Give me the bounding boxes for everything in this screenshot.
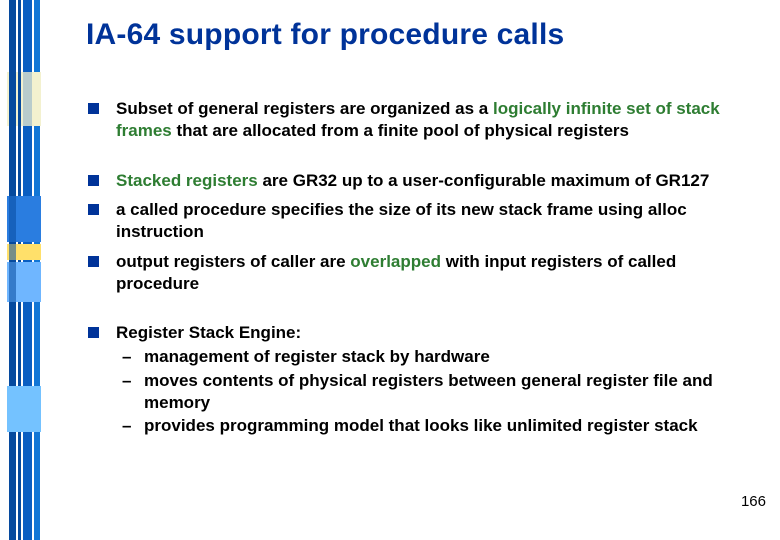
bullet-item: output registers of caller are overlappe… [86, 251, 726, 295]
sub-item: –provides programming model that looks l… [116, 415, 726, 437]
accent-text: overlapped [350, 252, 441, 271]
bullet-list: Subset of general registers are organize… [86, 98, 726, 437]
bullet-text: a called procedure specifies the size of… [116, 200, 687, 241]
sub-text: moves contents of physical registers bet… [144, 371, 713, 412]
square-bullet-icon [88, 175, 99, 186]
dash-bullet-icon: – [122, 346, 131, 368]
bullet-text: Subset of general registers are organize… [116, 99, 720, 140]
sub-text: management of register stack by hardware [144, 347, 490, 366]
slide: IA-64 support for procedure calls Subset… [0, 0, 780, 540]
text-run: Subset of general registers are organize… [116, 99, 493, 118]
bullet-item: Stacked registers are GR32 up to a user-… [86, 170, 726, 192]
text-run: Register Stack Engine: [116, 323, 301, 342]
text-run: a called procedure specifies the size of… [116, 200, 687, 241]
left-decoration [0, 0, 52, 540]
dash-bullet-icon: – [122, 370, 131, 392]
bullet-text: output registers of caller are overlappe… [116, 252, 676, 293]
slide-title: IA-64 support for procedure calls [86, 18, 726, 52]
square-bullet-icon [88, 327, 99, 338]
text-run: output registers of caller are [116, 252, 350, 271]
bullet-item: Register Stack Engine:–management of reg… [86, 322, 726, 437]
sub-item: –management of register stack by hardwar… [116, 346, 726, 368]
bullet-item: Subset of general registers are organize… [86, 98, 726, 142]
sub-item: –moves contents of physical registers be… [116, 370, 726, 414]
decor-svg [0, 0, 52, 540]
bullet-item: a called procedure specifies the size of… [86, 199, 726, 243]
sub-text: provides programming model that looks li… [144, 416, 698, 435]
dash-bullet-icon: – [122, 415, 131, 437]
page-number: 166 [741, 493, 766, 510]
content-area: IA-64 support for procedure calls Subset… [86, 18, 726, 445]
square-bullet-icon [88, 204, 99, 215]
sub-list: –management of register stack by hardwar… [116, 346, 726, 437]
text-run: that are allocated from a finite pool of… [172, 121, 629, 140]
text-run: are GR32 up to a user-configurable maxim… [258, 171, 710, 190]
bullet-text: Register Stack Engine: [116, 323, 301, 342]
square-bullet-icon [88, 103, 99, 114]
bullet-text: Stacked registers are GR32 up to a user-… [116, 171, 709, 190]
accent-text: Stacked registers [116, 171, 258, 190]
square-bullet-icon [88, 256, 99, 267]
